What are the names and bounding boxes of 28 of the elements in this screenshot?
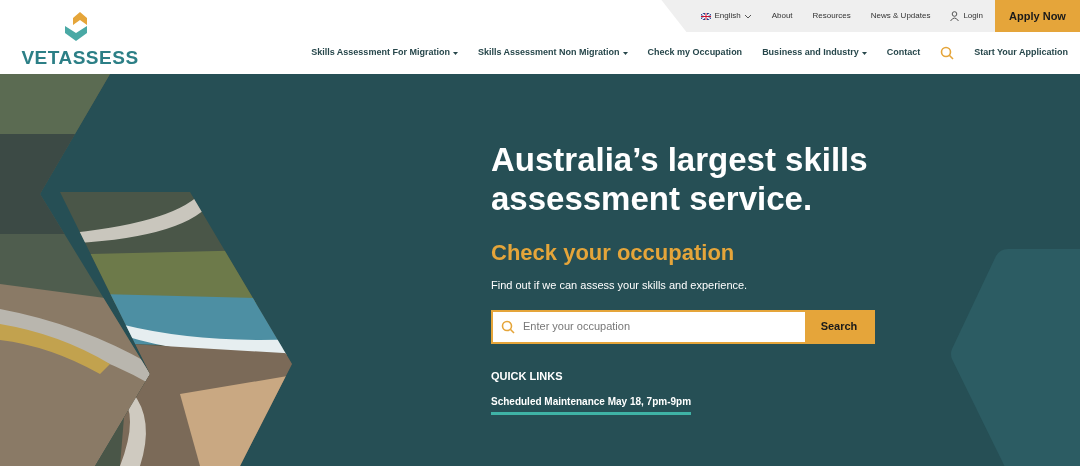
quick-links-title: QUICK LINKS [491,368,564,384]
caret-icon [622,51,628,55]
nav-item[interactable]: Skills Assessment For Migration [311,46,458,60]
nav-item[interactable]: Check my Occupation [647,46,743,60]
search-button[interactable]: Search [805,311,873,342]
occupation-search-field[interactable]: Enter your occupation Search [491,309,875,344]
utility-link[interactable]: Resources [812,10,851,22]
language-selector[interactable]: English [701,10,752,22]
utility-link[interactable]: News & Updates [870,10,931,22]
nav-item[interactable]: Business and Industry [762,46,867,60]
start-application-link[interactable]: Start Your Application [974,46,1068,60]
chevron-down-icon [743,13,752,19]
caret-icon [861,51,867,55]
flag-icon [701,12,712,20]
hero-heading: Australia’s largest skills assessment service. [491,140,869,218]
caret-icon [452,51,458,55]
utility-link[interactable]: About [771,10,793,22]
search-icon [501,319,515,334]
logo-text[interactable]: VETASSESS [21,44,139,73]
nav-item[interactable]: Skills Assessment Non Migration [477,46,628,60]
apply-now-button[interactable]: Apply Now [995,0,1080,32]
hero-subheading: Check your occupation [491,239,736,267]
user-icon [950,11,960,21]
quick-link[interactable]: Scheduled Maintenance May 18, 7pm-9pm [491,394,692,415]
hero-text: Find out if we can assess your skills and experience. [491,278,749,293]
search-icon[interactable] [940,46,955,60]
nav-item[interactable]: Contact [886,46,921,60]
login-link[interactable]: Login [950,10,983,22]
